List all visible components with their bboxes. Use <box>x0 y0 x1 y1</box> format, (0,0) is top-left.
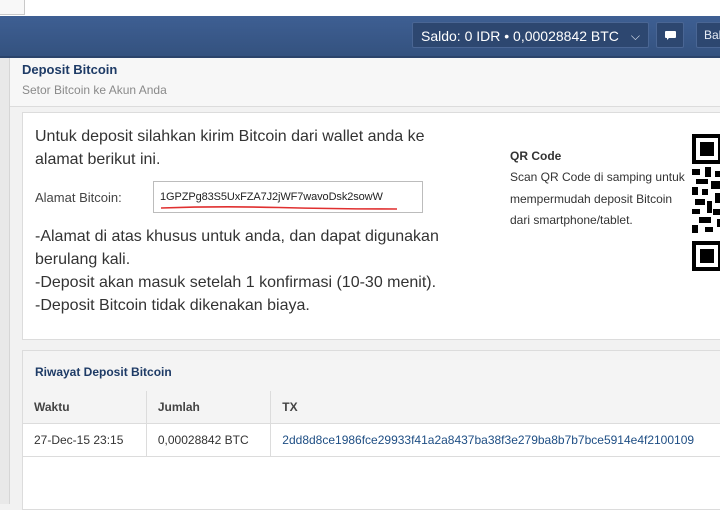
page-subtitle: Setor Bitcoin ke Akun Anda <box>22 83 167 97</box>
column-header-amount: Jumlah <box>146 391 272 424</box>
balance-dropdown[interactable]: Saldo: 0 IDR • 0,00028842 BTC ⌵ <box>412 22 649 48</box>
deposit-notes: -Alamat di atas khusus untuk anda, dan d… <box>35 225 485 317</box>
address-label: Alamat Bitcoin: <box>35 190 122 205</box>
note-item: -Deposit Bitcoin tidak dikenakan biaya. <box>35 297 310 314</box>
chat-button[interactable] <box>656 22 684 48</box>
deposit-card: Untuk deposit silahkan kirim Bitcoin dar… <box>22 112 720 340</box>
history-table: Waktu Jumlah TX 27-Dec-15 23:15 0,000288… <box>23 391 720 457</box>
language-button-label: Bah <box>704 28 720 42</box>
browser-top-strip <box>0 0 720 16</box>
chat-bubble-icon <box>665 31 676 40</box>
chevron-down-icon: ⌵ <box>630 29 640 43</box>
history-header: Riwayat Deposit Bitcoin <box>23 351 720 392</box>
qr-code-image <box>691 133 720 273</box>
qr-title: QR Code <box>510 149 562 163</box>
top-navbar: Saldo: 0 IDR • 0,00028842 BTC ⌵ Bah <box>0 16 720 58</box>
left-gutter <box>0 58 10 504</box>
qr-description: Scan QR Code di samping untuk mempermuda… <box>510 170 685 227</box>
balance-text: Saldo: 0 IDR • 0,00028842 BTC <box>421 28 619 44</box>
red-annotation-underline <box>160 206 398 210</box>
column-header-tx: TX <box>270 391 720 424</box>
note-item: -Deposit akan masuk setelah 1 konfirmasi… <box>35 274 437 291</box>
language-button[interactable]: Bah <box>696 22 720 48</box>
cell-time: 27-Dec-15 23:15 <box>23 423 147 457</box>
cell-amount: 0,00028842 BTC <box>146 423 272 457</box>
column-header-time: Waktu <box>23 391 147 424</box>
table-row: 27-Dec-15 23:15 0,00028842 BTC 2dd8d8ce1… <box>23 423 720 457</box>
browser-tab-edge <box>0 0 25 15</box>
table-header-row: Waktu Jumlah TX <box>23 391 720 424</box>
deposit-intro: Untuk deposit silahkan kirim Bitcoin dar… <box>35 128 425 168</box>
history-title: Riwayat Deposit Bitcoin <box>35 365 172 379</box>
deposit-history-panel: Riwayat Deposit Bitcoin Waktu Jumlah TX … <box>22 350 720 510</box>
page-header: Deposit Bitcoin Setor Bitcoin ke Akun An… <box>10 58 720 107</box>
tx-hash-link[interactable]: 2dd8d8ce1986fce29933f41a2a8437ba38f3e279… <box>270 423 720 457</box>
page-title: Deposit Bitcoin <box>22 62 118 77</box>
note-item: -Alamat di atas khusus untuk anda, dan d… <box>35 228 439 268</box>
